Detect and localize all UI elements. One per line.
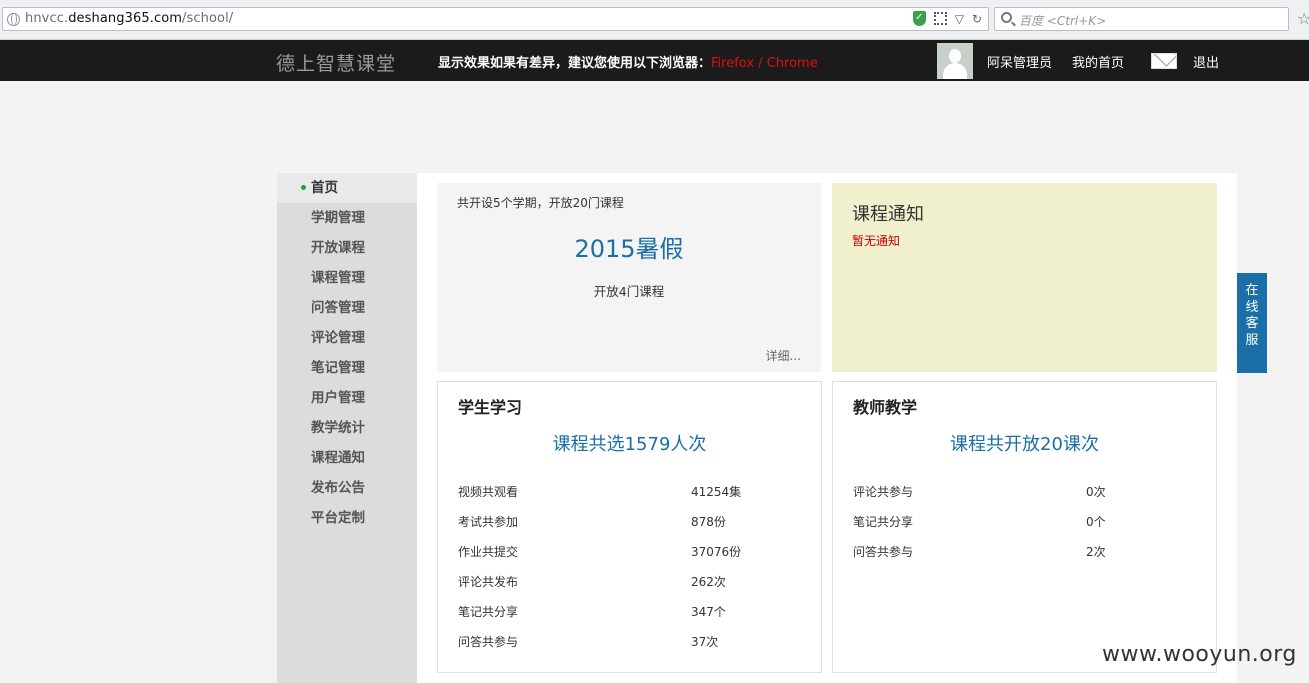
semester-title[interactable]: 2015暑假 <box>437 229 821 264</box>
active-dot-icon <box>301 185 306 190</box>
address-bar[interactable]: hnvcc.deshang365.com/school/ ✓ ▽ ↻ <box>2 7 989 31</box>
teacher-teaching-card: 教师教学 课程共开放20课次 评论共参与 0次 笔记共分享 0个 问答共参与 2次 <box>832 381 1217 673</box>
stat-row: 考试共参加 878份 <box>458 515 726 529</box>
detail-link[interactable]: 详细... <box>766 347 801 364</box>
browser-search-input[interactable]: 百度 <Ctrl+K> <box>994 7 1289 31</box>
stat-row: 评论共参与 0次 <box>853 485 1106 499</box>
sidebar-item-users[interactable]: 用户管理 <box>277 383 417 413</box>
online-service-tab[interactable]: 在 线 客 服 <box>1237 273 1267 373</box>
sidebar-item-home[interactable]: 首页 <box>277 173 417 203</box>
my-home-link[interactable]: 我的首页 <box>1072 52 1124 71</box>
student-headline: 课程共选1579人次 <box>552 434 707 455</box>
mail-icon[interactable] <box>1151 53 1177 69</box>
url-text[interactable]: hnvcc.deshang365.com/school/ <box>25 11 233 26</box>
sidebar-item-comments[interactable]: 评论管理 <box>277 323 417 353</box>
globe-icon <box>7 13 20 26</box>
sidebar-item-course-notice[interactable]: 课程通知 <box>277 443 417 473</box>
sidebar-item-stats[interactable]: 教学统计 <box>277 413 417 443</box>
stat-row: 笔记共分享 347个 <box>458 605 726 619</box>
semester-course-count: 开放4门课程 <box>593 284 665 299</box>
stat-row: 评论共发布 262次 <box>458 575 726 589</box>
site-logo[interactable]: 德上智慧课堂 <box>276 49 396 76</box>
stat-row: 问答共参与 2次 <box>853 545 1106 559</box>
avatar[interactable] <box>937 43 973 79</box>
no-notice-text: 暂无通知 <box>852 234 901 248</box>
browser-toolbar: hnvcc.deshang365.com/school/ ✓ ▽ ↻ 百度 <C… <box>0 0 1309 40</box>
stat-row: 视频共观看 41254集 <box>458 485 742 499</box>
sidebar-item-notes[interactable]: 笔记管理 <box>277 353 417 383</box>
search-placeholder: 百度 <Ctrl+K> <box>1019 14 1107 28</box>
student-study-card: 学生学习 课程共选1579人次 视频共观看 41254集 考试共参加 878份 作业… <box>437 381 822 673</box>
chrome-link[interactable]: Chrome <box>767 56 818 71</box>
teacher-teaching-title: 教师教学 <box>853 398 918 417</box>
shield-icon[interactable]: ✓ <box>912 11 926 26</box>
bookmark-star-icon[interactable]: ☆ <box>1297 9 1309 28</box>
qrcode-icon[interactable] <box>933 12 947 25</box>
course-notice-title: 课程通知 <box>852 204 924 225</box>
student-study-title: 学生学习 <box>458 398 523 417</box>
stat-row: 问答共参与 37次 <box>458 635 719 649</box>
chevron-down-icon[interactable]: ▽ <box>955 12 964 26</box>
semester-summary: 共开设5个学期，开放20门课程 <box>457 196 624 210</box>
sidebar-item-course-manage[interactable]: 课程管理 <box>277 263 417 293</box>
reload-icon[interactable]: ↻ <box>972 12 982 26</box>
sidebar-nav: 首页 学期管理 开放课程 课程管理 问答管理 评论管理 笔记管理 用户管理 教学… <box>277 173 417 683</box>
watermark: www.wooyun.org <box>1102 642 1297 667</box>
sidebar-item-customize[interactable]: 平台定制 <box>277 503 417 533</box>
stat-row: 笔记共分享 0个 <box>853 515 1106 529</box>
username-link[interactable]: 阿呆管理员 <box>987 52 1052 71</box>
browser-notice: 显示效果如果有差异，建议您使用以下浏览器：Firefox / Chrome <box>438 56 818 71</box>
teacher-headline: 课程共开放20课次 <box>950 434 1099 455</box>
firefox-link[interactable]: Firefox <box>711 56 754 71</box>
course-notice-card: 课程通知 暂无通知 <box>832 183 1217 372</box>
sidebar-item-semester[interactable]: 学期管理 <box>277 203 417 233</box>
sidebar-item-open-courses[interactable]: 开放课程 <box>277 233 417 263</box>
stat-row: 作业共提交 37076份 <box>458 545 742 559</box>
sidebar-item-announcement[interactable]: 发布公告 <box>277 473 417 503</box>
semester-card: 共开设5个学期，开放20门课程 2015暑假 开放4门课程 详细... <box>437 183 821 372</box>
logout-link[interactable]: 退出 <box>1193 52 1219 71</box>
search-icon <box>1001 12 1012 23</box>
site-header: 德上智慧课堂 显示效果如果有差异，建议您使用以下浏览器：Firefox / Ch… <box>0 40 1309 81</box>
main-content: 共开设5个学期，开放20门课程 2015暑假 开放4门课程 详细... 课程通知… <box>417 173 1237 683</box>
sidebar-item-qa[interactable]: 问答管理 <box>277 293 417 323</box>
